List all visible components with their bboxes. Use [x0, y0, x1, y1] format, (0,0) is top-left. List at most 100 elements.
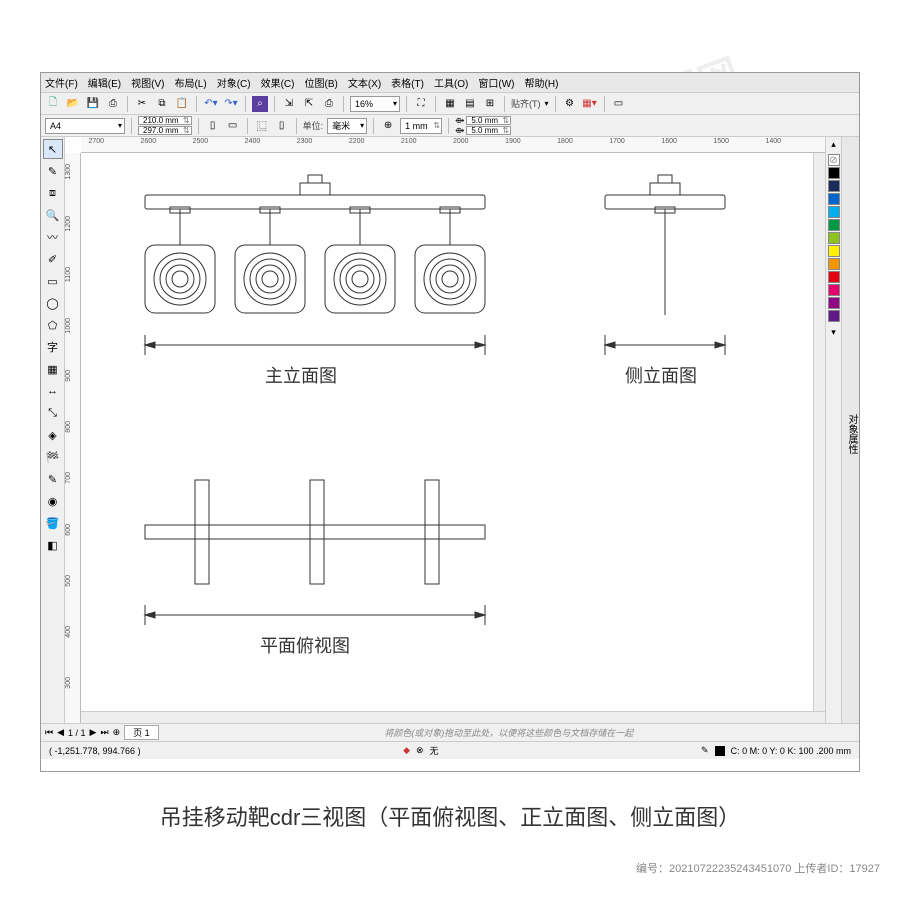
connector-tool-icon[interactable]: ⤡: [43, 403, 63, 423]
menu-effect[interactable]: 效果(C): [261, 75, 295, 90]
menu-text[interactable]: 文本(X): [348, 75, 381, 90]
prev-page-icon[interactable]: ◀: [57, 727, 64, 738]
snap-label[interactable]: 贴齐(T): [511, 97, 541, 110]
swatch[interactable]: [828, 258, 840, 270]
paste-icon[interactable]: 📋: [174, 96, 190, 112]
dimension-tool-icon[interactable]: ↔: [43, 381, 63, 401]
ellipse-tool-icon[interactable]: ◯: [43, 293, 63, 313]
freehand-tool-icon[interactable]: 〰: [43, 227, 63, 247]
last-page-icon[interactable]: ⏭: [100, 727, 108, 738]
crop-tool-icon[interactable]: ⧈: [43, 183, 63, 203]
status-color-info: C: 0 M: 0 Y: 0 K: 100 .200 mm: [731, 746, 851, 756]
search-icon[interactable]: ⌕: [252, 96, 268, 112]
artistic-media-icon[interactable]: ✐: [43, 249, 63, 269]
swatch[interactable]: [828, 310, 840, 322]
palette-up-icon[interactable]: ▴: [831, 139, 836, 150]
fill-indicator-icon[interactable]: ◆: [403, 745, 410, 756]
swatch[interactable]: [828, 206, 840, 218]
swatch[interactable]: [828, 284, 840, 296]
app-icon[interactable]: ▭: [611, 96, 627, 112]
swatch[interactable]: [828, 167, 840, 179]
page-tab[interactable]: 页 1: [124, 725, 159, 740]
canvas[interactable]: 2700260025002400230022002100200019001800…: [65, 137, 825, 723]
zoom-tool-icon[interactable]: 🔍: [43, 205, 63, 225]
menu-layout[interactable]: 布局(L): [174, 75, 206, 90]
front-view-label: 主立面图: [265, 362, 337, 388]
table-tool-icon[interactable]: ▦: [43, 359, 63, 379]
dup-x-input[interactable]: 5.0 mm: [466, 116, 511, 125]
docker-tab[interactable]: 对象属性: [841, 137, 859, 723]
outline-pen-icon[interactable]: ✎: [701, 745, 709, 756]
new-icon[interactable]: 🗋: [45, 96, 61, 112]
fill-none-label: 无: [430, 744, 439, 757]
swatch[interactable]: [828, 232, 840, 244]
fullscreen-icon[interactable]: ⛶: [413, 96, 429, 112]
units-label: 单位:: [303, 119, 324, 132]
text-tool-icon[interactable]: 字: [43, 337, 63, 357]
blend-tool-icon[interactable]: ◈: [43, 425, 63, 445]
zoom-combo[interactable]: 16%: [350, 96, 400, 112]
units-combo[interactable]: 毫米: [327, 118, 367, 134]
nudge-input[interactable]: 1 mm: [400, 118, 442, 134]
fill-tool-icon[interactable]: 🪣: [43, 513, 63, 533]
outline-indicator-icon[interactable]: ⊗: [416, 745, 424, 756]
next-page-icon[interactable]: ▶: [90, 727, 97, 738]
menu-view[interactable]: 视图(V): [131, 75, 164, 90]
options-icon[interactable]: ⚙: [562, 96, 578, 112]
swatch[interactable]: [828, 245, 840, 257]
portrait-icon[interactable]: ▯: [205, 118, 221, 134]
launcher-icon[interactable]: ▦▾: [582, 96, 598, 112]
save-icon[interactable]: 💾: [85, 96, 101, 112]
horizontal-scrollbar[interactable]: [81, 711, 825, 723]
menu-table[interactable]: 表格(T): [391, 75, 424, 90]
outline-color-swatch[interactable]: [715, 746, 725, 756]
add-page-icon[interactable]: ⊕: [113, 727, 121, 738]
page-height-input[interactable]: 297.0 mm: [138, 126, 192, 135]
swatch[interactable]: [828, 297, 840, 309]
publish-icon[interactable]: ⎙: [321, 96, 337, 112]
first-page-icon[interactable]: ⏮: [45, 727, 53, 738]
pick-tool-icon[interactable]: ↖: [43, 139, 63, 159]
menu-window[interactable]: 窗口(W): [478, 75, 514, 90]
rulers-icon[interactable]: ▦: [442, 96, 458, 112]
transparency-tool-icon[interactable]: 🏁: [43, 447, 63, 467]
all-pages-icon[interactable]: ⿺: [254, 118, 270, 134]
menu-edit[interactable]: 编辑(E): [88, 75, 121, 90]
import-icon[interactable]: ⇲: [281, 96, 297, 112]
current-page-icon[interactable]: ▯: [274, 118, 290, 134]
export-icon[interactable]: ⇱: [301, 96, 317, 112]
interactive-fill-icon[interactable]: ◧: [43, 535, 63, 555]
shape-tool-icon[interactable]: ✎: [43, 161, 63, 181]
dup-y-input[interactable]: 5.0 mm: [466, 126, 511, 135]
swatch[interactable]: [828, 219, 840, 231]
redo-icon[interactable]: ↷▾: [223, 96, 239, 112]
menu-file[interactable]: 文件(F): [45, 75, 78, 90]
swatch-none[interactable]: ⊘: [828, 154, 840, 166]
undo-icon[interactable]: ↶▾: [203, 96, 219, 112]
copy-icon[interactable]: ⧉: [154, 96, 170, 112]
color-palette: ▴ ⊘ ▾: [825, 137, 841, 723]
print-icon[interactable]: ⎙: [105, 96, 121, 112]
page-width-input[interactable]: 210.0 mm: [138, 116, 192, 125]
swatch[interactable]: [828, 193, 840, 205]
image-metadata: 编号：20210722235243451070 上传者ID：17927: [636, 860, 880, 876]
swatch[interactable]: [828, 271, 840, 283]
menu-object[interactable]: 对象(C): [217, 75, 251, 90]
landscape-icon[interactable]: ▭: [225, 118, 241, 134]
cut-icon[interactable]: ✂: [134, 96, 150, 112]
outline-tool-icon[interactable]: ◉: [43, 491, 63, 511]
polygon-tool-icon[interactable]: ⬠: [43, 315, 63, 335]
palette-down-icon[interactable]: ▾: [831, 327, 836, 338]
menu-bitmap[interactable]: 位图(B): [304, 75, 337, 90]
menu-tools[interactable]: 工具(O): [434, 75, 468, 90]
swatch[interactable]: [828, 180, 840, 192]
rectangle-tool-icon[interactable]: ▭: [43, 271, 63, 291]
cursor-coords: ( -1,251.778, 994.766 ): [49, 746, 141, 756]
open-icon[interactable]: 📂: [65, 96, 81, 112]
grid-icon[interactable]: ▤: [462, 96, 478, 112]
page-size-combo[interactable]: A4: [45, 118, 125, 134]
menu-help[interactable]: 帮助(H): [525, 75, 559, 90]
vertical-scrollbar[interactable]: [813, 153, 825, 711]
eyedropper-tool-icon[interactable]: ✎: [43, 469, 63, 489]
guides-icon[interactable]: ⊞: [482, 96, 498, 112]
